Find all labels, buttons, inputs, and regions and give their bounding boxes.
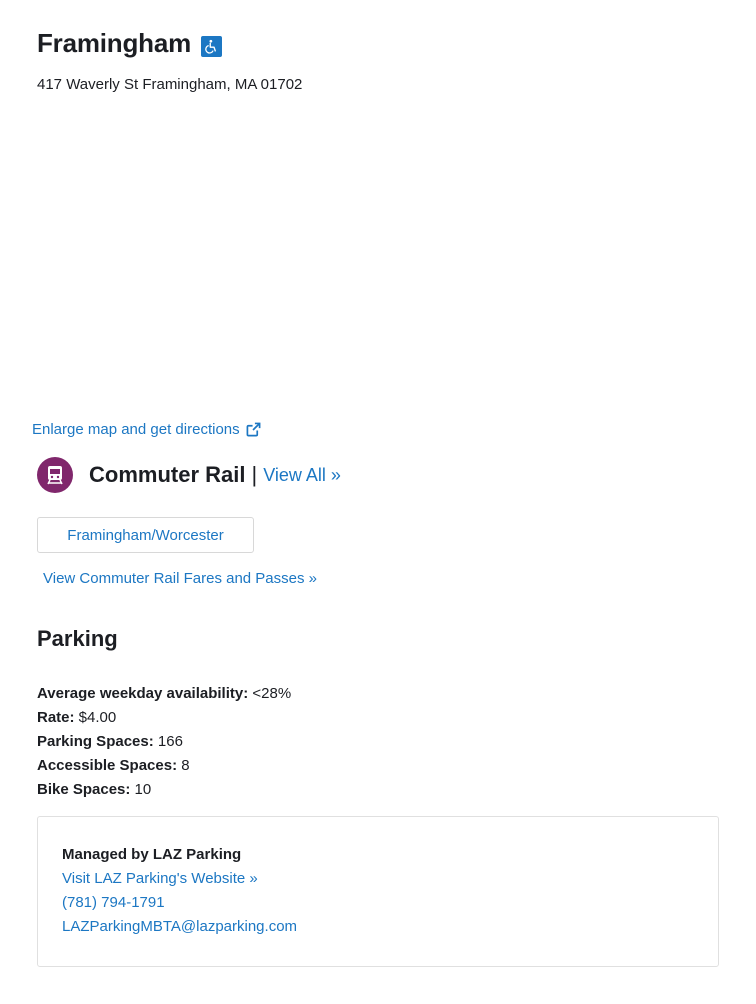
station-address: 417 Waverly St Framingham, MA 01702 [37, 76, 303, 93]
parking-rate: Rate: $4.00 [37, 709, 117, 726]
parking-spaces: Parking Spaces: 166 [37, 733, 183, 750]
route-button-framingham-worcester[interactable]: Framingham/Worcester [37, 517, 254, 553]
map-area[interactable] [32, 108, 722, 408]
manager-website-link[interactable]: Visit LAZ Parking's Website » [62, 870, 258, 887]
external-link-icon [246, 422, 261, 437]
parking-details: Average weekday availability: <28% Rate:… [37, 682, 291, 802]
parking-availability: Average weekday availability: <28% [37, 685, 292, 702]
view-all-link[interactable]: View All » [263, 465, 341, 486]
parking-manager-box: Managed by LAZ Parking Visit LAZ Parking… [37, 816, 719, 967]
manager-name: Managed by LAZ Parking [62, 846, 242, 863]
enlarge-map-label: Enlarge map and get directions [32, 421, 240, 438]
parking-heading: Parking [37, 626, 118, 651]
manager-phone-link[interactable]: (781) 794-1791 [62, 894, 165, 911]
enlarge-map-link[interactable]: Enlarge map and get directions [32, 421, 261, 438]
accessible-spaces: Accessible Spaces: 8 [37, 757, 190, 774]
commuter-rail-fares-link[interactable]: View Commuter Rail Fares and Passes » [43, 570, 317, 587]
wheelchair-accessible-icon [201, 36, 223, 57]
title-separator: | [251, 462, 258, 487]
station-title: Framingham [37, 28, 192, 58]
commuter-rail-header: Commuter Rail | View All » [37, 457, 341, 493]
station-header: Framingham [37, 28, 223, 59]
manager-email-link[interactable]: LAZParkingMBTA@lazparking.com [62, 918, 297, 935]
bike-spaces: Bike Spaces: 10 [37, 781, 152, 798]
commuter-rail-title: Commuter Rail [89, 462, 246, 487]
commuter-rail-train-icon [37, 457, 73, 493]
